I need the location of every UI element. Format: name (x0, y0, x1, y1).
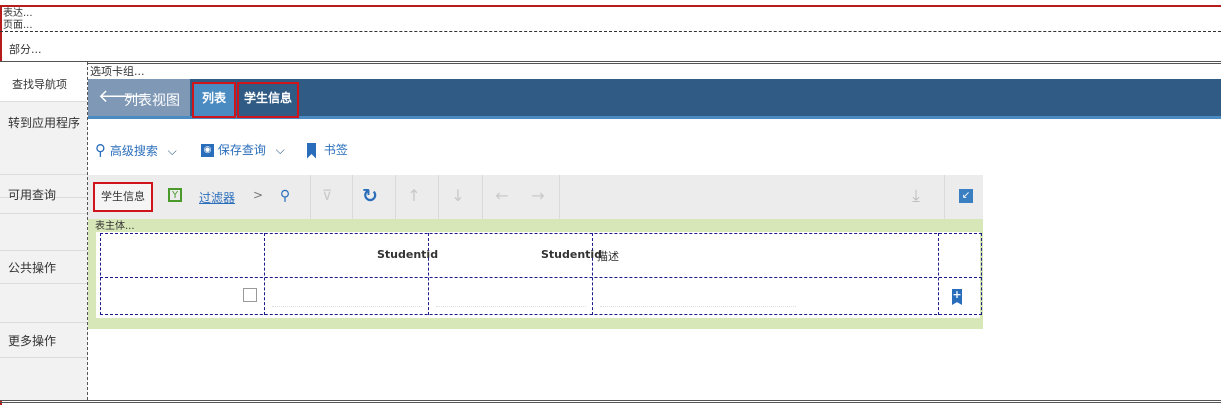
page-label: 页面... (3, 20, 33, 31)
back-label: 列表视图 (124, 93, 180, 109)
grid-col-line (264, 233, 265, 315)
toolbar-divider (559, 175, 560, 219)
grid-col-line (938, 233, 939, 315)
toolbar-divider (310, 175, 311, 219)
sidebar-item-common-actions[interactable]: 公共操作 (0, 250, 87, 284)
toolbar-divider (395, 175, 396, 219)
tab-list-label: 列表 (201, 91, 226, 105)
toolbar-divider (352, 175, 353, 219)
bookmark-button[interactable]: 书签 (307, 140, 348, 160)
expression-label: 表达... (3, 8, 33, 19)
arrow-left-icon[interactable]: ← (492, 187, 512, 205)
filter-link[interactable]: 过滤器 (199, 189, 235, 206)
grid-col-line (428, 233, 429, 315)
back-to-list-view[interactable]: 🡐 列表视图 (88, 79, 190, 116)
save-query-label: 保存查询 (217, 143, 266, 157)
toolbar-divider (438, 175, 439, 219)
refresh-icon[interactable]: ↻ (360, 187, 380, 206)
chevron-down-icon: ⌵ (167, 144, 177, 158)
input-underline (272, 306, 422, 307)
tab-student-info-label: 学生信息 (243, 91, 292, 105)
input-underline (600, 306, 796, 307)
entity-title-box: 学生信息 (93, 182, 153, 212)
grid-bottom-border (100, 314, 982, 315)
column-header-description[interactable]: 描述 (597, 248, 619, 264)
table-body-label: 表主体... (95, 221, 135, 232)
page-divider (0, 31, 1221, 32)
grid-col-line (981, 233, 982, 315)
sidebar-item-more-actions[interactable]: 更多操作 (0, 322, 87, 358)
search-icon: ⚲ (95, 141, 106, 159)
bookmark-icon (307, 142, 316, 159)
section-divider (0, 61, 1221, 64)
download-icon[interactable]: ⤓ (906, 187, 926, 205)
column-header-studentid[interactable]: Studentid (377, 248, 438, 261)
header-bar: 🡐 列表视图 列表 学生信息 (88, 79, 1221, 119)
input-underline (436, 306, 586, 307)
grid-top-border (100, 233, 982, 234)
move-down-icon[interactable]: ↓ (448, 187, 468, 205)
column-header-studentid[interactable]: Studentid (541, 248, 602, 261)
sidebar-item-find-nav[interactable]: 查找导航项 (0, 62, 87, 102)
bookmark-label: 书签 (323, 143, 348, 157)
action-toolbar: 学生信息 Y 过滤器 > ⚲ ⊽ ↻ ↑ ↓ ← → ⤓ ↙ (88, 175, 983, 219)
tab-list[interactable]: 列表 (192, 82, 236, 118)
sidebar-item-available-queries[interactable]: 可用查询 (0, 174, 87, 214)
toolbar-divider (944, 175, 945, 219)
advanced-search-button[interactable]: ⚲ 高级搜索 ⌵ (95, 140, 177, 160)
move-up-icon[interactable]: ↑ (404, 187, 424, 205)
row-checkbox[interactable] (243, 288, 257, 302)
section-label: 部分... (9, 43, 42, 56)
save-query-button[interactable]: ◉ 保存查询 ⌵ (201, 140, 285, 160)
grid-col-line (100, 233, 101, 315)
collapse-icon[interactable]: ↙ (959, 189, 973, 203)
clear-filter-icon[interactable]: ⊽ (317, 187, 337, 205)
save-query-icon: ◉ (201, 144, 214, 157)
advanced-search-label: 高级搜索 (109, 144, 158, 158)
chevron-right-icon: > (253, 188, 264, 202)
toolbar-divider (482, 175, 483, 219)
entity-title: 学生信息 (101, 190, 145, 203)
tab-student-info[interactable]: 学生信息 (237, 82, 299, 118)
filter-icon[interactable]: Y (168, 188, 182, 202)
chevron-down-icon: ⌵ (275, 143, 285, 157)
bottom-border (0, 400, 1221, 403)
grid-col-line (592, 233, 593, 315)
grid-header-border (100, 277, 982, 278)
search-icon[interactable]: ⚲ (275, 187, 295, 205)
tab-group-label: 选项卡组... (90, 65, 145, 78)
arrow-right-icon[interactable]: → (528, 187, 548, 205)
left-nav: 查找导航项 转到应用程序 可用查询 公共操作 更多操作 (0, 62, 88, 400)
